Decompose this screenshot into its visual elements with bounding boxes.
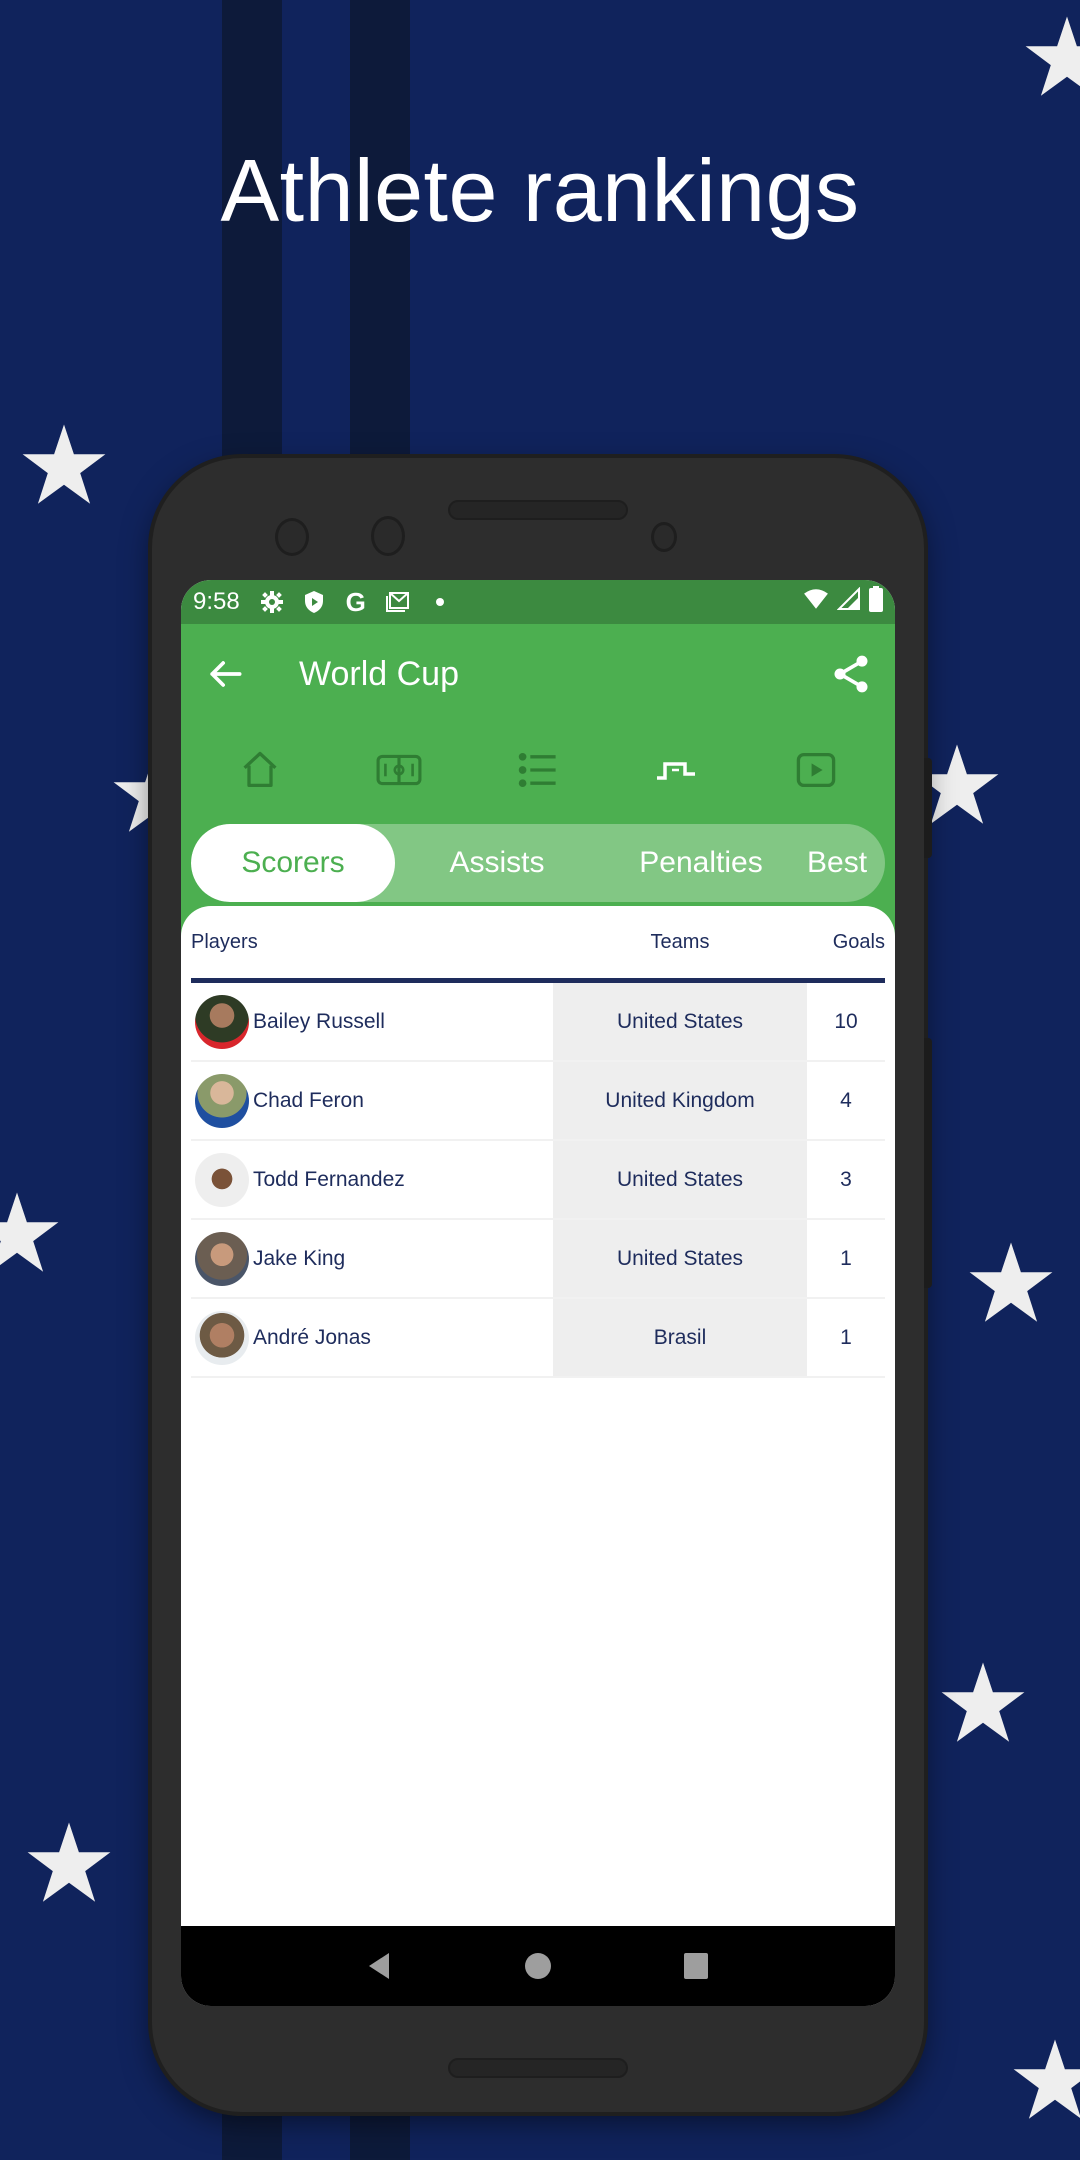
bottom-speaker [448, 2058, 628, 2078]
proximity-sensor [651, 522, 677, 552]
back-icon[interactable] [365, 1951, 395, 1981]
tab-scorers[interactable]: Scorers [191, 824, 395, 902]
column-header-players[interactable]: Players [191, 931, 553, 954]
goals-cell: 3 [840, 1167, 852, 1191]
phone-screen: 9:58 G World Cup Scorers Assists Penalti… [181, 580, 895, 2006]
section-nav [181, 724, 895, 816]
star-icon [0, 1188, 62, 1278]
power-button [924, 758, 932, 858]
table-row[interactable]: Bailey Russell United States 10 [191, 983, 885, 1062]
phone-frame: 9:58 G World Cup Scorers Assists Penalti… [152, 458, 932, 2112]
headline: Athlete rankings [220, 141, 860, 240]
dot-icon [426, 588, 454, 616]
volume-button [924, 1038, 932, 1288]
column-header-teams[interactable]: Teams [553, 931, 807, 954]
player-name: Chad Feron [253, 1088, 364, 1112]
tab-penalties[interactable]: Penalties [599, 824, 803, 902]
ranking-tabs: Scorers Assists Penalties Best [191, 824, 885, 902]
player-cell: Todd Fernandez [191, 1152, 553, 1207]
player-name: Todd Fernandez [253, 1167, 405, 1191]
arrow-left-icon[interactable] [203, 652, 247, 696]
star-icon [1010, 2035, 1080, 2125]
home-button-icon[interactable] [523, 1951, 553, 1981]
camera-lens [371, 516, 405, 556]
page-title: World Cup [299, 654, 459, 693]
status-bar: 9:58 G [181, 580, 895, 624]
goals-cell: 4 [840, 1088, 852, 1112]
share-icon[interactable] [829, 652, 873, 696]
ranking-tabs-container: Scorers Assists Penalties Best [181, 816, 895, 906]
star-icon [966, 1238, 1056, 1328]
star-icon [938, 1658, 1028, 1748]
player-cell: Jake King [191, 1231, 553, 1286]
table-row[interactable]: André Jonas Brasil 1 [191, 1299, 885, 1378]
tab-assists[interactable]: Assists [395, 824, 599, 902]
player-name: André Jonas [253, 1325, 371, 1349]
team-cell: United States [553, 1220, 807, 1297]
shield-play-icon [300, 588, 328, 616]
settings-icon [258, 588, 286, 616]
avatar [195, 1231, 249, 1286]
status-time: 9:58 [193, 588, 240, 615]
battery-icon [869, 585, 883, 619]
star-icon [19, 420, 109, 510]
wifi-icon [803, 586, 829, 619]
goals-cell: 1 [840, 1325, 852, 1349]
google-icon: G [345, 586, 366, 617]
home-icon[interactable] [235, 745, 285, 795]
player-cell: Bailey Russell [191, 994, 553, 1049]
avatar [195, 1310, 249, 1365]
team-cell: Brasil [553, 1299, 807, 1376]
avatar [195, 1152, 249, 1207]
app-bar: World Cup [181, 624, 895, 724]
goals-cell: 1 [840, 1246, 852, 1270]
camera-lens [275, 518, 309, 556]
video-icon[interactable] [791, 745, 841, 795]
team-cell: United Kingdom [553, 1062, 807, 1139]
podium-icon[interactable] [652, 745, 702, 795]
column-header-goals[interactable]: Goals [807, 931, 885, 954]
gmail-icon [384, 588, 412, 616]
table-row[interactable]: Chad Feron United Kingdom 4 [191, 1062, 885, 1141]
recents-icon[interactable] [681, 1951, 711, 1981]
team-cell: United States [553, 983, 807, 1060]
earpiece-speaker [448, 500, 628, 520]
avatar [195, 1073, 249, 1128]
table-header: Players Teams Goals [181, 906, 895, 978]
player-name: Bailey Russell [253, 1009, 385, 1033]
player-cell: André Jonas [191, 1310, 553, 1365]
system-nav-bar [181, 1926, 895, 2006]
field-icon[interactable] [374, 745, 424, 795]
list-icon[interactable] [513, 745, 563, 795]
avatar [195, 994, 249, 1049]
tab-best[interactable]: Best [803, 824, 885, 902]
signal-icon [836, 586, 861, 618]
table-row[interactable]: Todd Fernandez United States 3 [191, 1141, 885, 1220]
rankings-table: Players Teams Goals Bailey Russell Unite… [181, 906, 895, 1926]
team-cell: United States [553, 1141, 807, 1218]
table-row[interactable]: Jake King United States 1 [191, 1220, 885, 1299]
player-name: Jake King [253, 1246, 346, 1270]
player-cell: Chad Feron [191, 1073, 553, 1128]
star-icon [24, 1818, 114, 1908]
star-icon [1022, 12, 1080, 102]
goals-cell: 10 [834, 1009, 858, 1033]
